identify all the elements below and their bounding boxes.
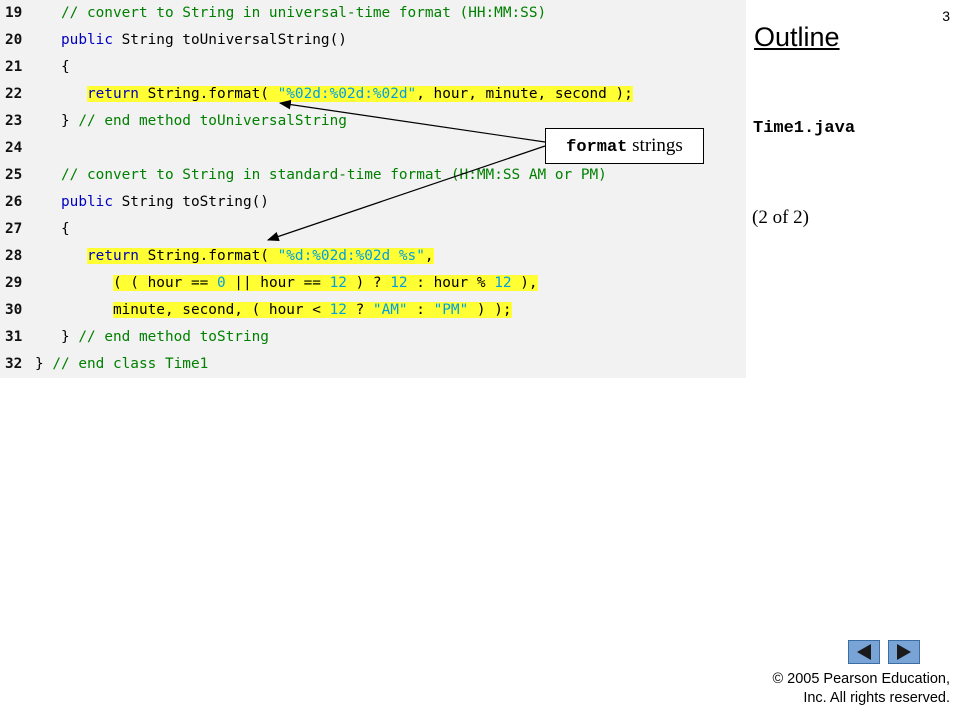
copyright-line-2: Inc. All rights reserved. [803,690,950,706]
code-line-31: 31 } // end method toString [0,324,746,351]
code-line-26: 26 public String toString() [0,189,746,216]
line-number: 22 [5,86,23,102]
code-text: public String toUniversalString() [61,32,347,48]
line-number: 32 [5,356,23,372]
code-text: // convert to String in universal-time f… [35,0,546,27]
slide-number: 3 [942,8,950,24]
copyright-notice: © 2005 Pearson Education, Inc. All right… [710,670,950,708]
file-name: Time1.java [753,119,856,138]
code-line-22: 22 return String.format( "%02d:%02d:%02d… [0,81,746,108]
code-line-19: 19 // convert to String in universal-tim… [0,0,746,27]
code-line-32: 32 } // end class Time1 [0,351,746,378]
code-line-30: 30 minute, second, ( hour < 12 ? "AM" : … [0,297,746,324]
code-text-content: // convert to String in universal-time f… [35,5,547,21]
code-text: // convert to String in standard-time fo… [61,167,607,183]
code-line-21: 21 { [0,54,746,81]
code-line-27: 27 { [0,216,746,243]
code-text: ( ( hour == 0 || hour == 12 ) ? 12 : hou… [112,275,538,291]
code-text: { [35,221,70,237]
line-number: 31 [5,329,23,345]
line-number: 24 [5,140,23,156]
page-part-label: (2 of 2) [752,207,809,228]
code-text: return String.format( "%d:%02d:%02d %s", [86,248,434,264]
code-line-28: 28 return String.format( "%d:%02d:%02d %… [0,243,746,270]
line-number: 29 [5,275,23,291]
code-text: minute, second, ( hour < 12 ? "AM" : "PM… [112,302,512,318]
code-text: { [35,59,70,75]
line-number: 25 [5,167,23,183]
line-number: 19 [5,5,23,21]
line-number: 30 [5,302,23,318]
callout-text: strings [627,135,683,156]
code-line-29: 29 ( ( hour == 0 || hour == 12 ) ? 12 : … [0,270,746,297]
code-text: return String.format( "%02d:%02d:%02d", … [86,86,633,102]
line-number: 28 [5,248,23,264]
line-number: 26 [5,194,23,210]
code-panel: 19 // convert to String in universal-tim… [0,0,746,378]
triangle-right-icon [897,644,911,660]
line-number: 23 [5,113,23,129]
callout-mono-text: format [566,138,628,157]
outline-label: Outline [754,22,840,52]
code-text: public String toString() [61,194,269,210]
line-number: 21 [5,59,23,75]
code-text: } // end method toString [35,329,269,345]
code-text: } // end class Time1 [35,356,209,372]
previous-slide-button[interactable] [848,640,880,664]
code-line-25: 25 // convert to String in standard-time… [0,162,746,189]
code-text: } // end method toUniversalString [35,113,347,129]
format-strings-callout: format strings [545,128,704,164]
copyright-line-1: © 2005 Pearson Education, [772,671,950,687]
code-line-20: 20 public String toUniversalString() [0,27,746,54]
triangle-left-icon [857,644,871,660]
line-number: 27 [5,221,23,237]
next-slide-button[interactable] [888,640,920,664]
line-number: 20 [5,32,23,48]
